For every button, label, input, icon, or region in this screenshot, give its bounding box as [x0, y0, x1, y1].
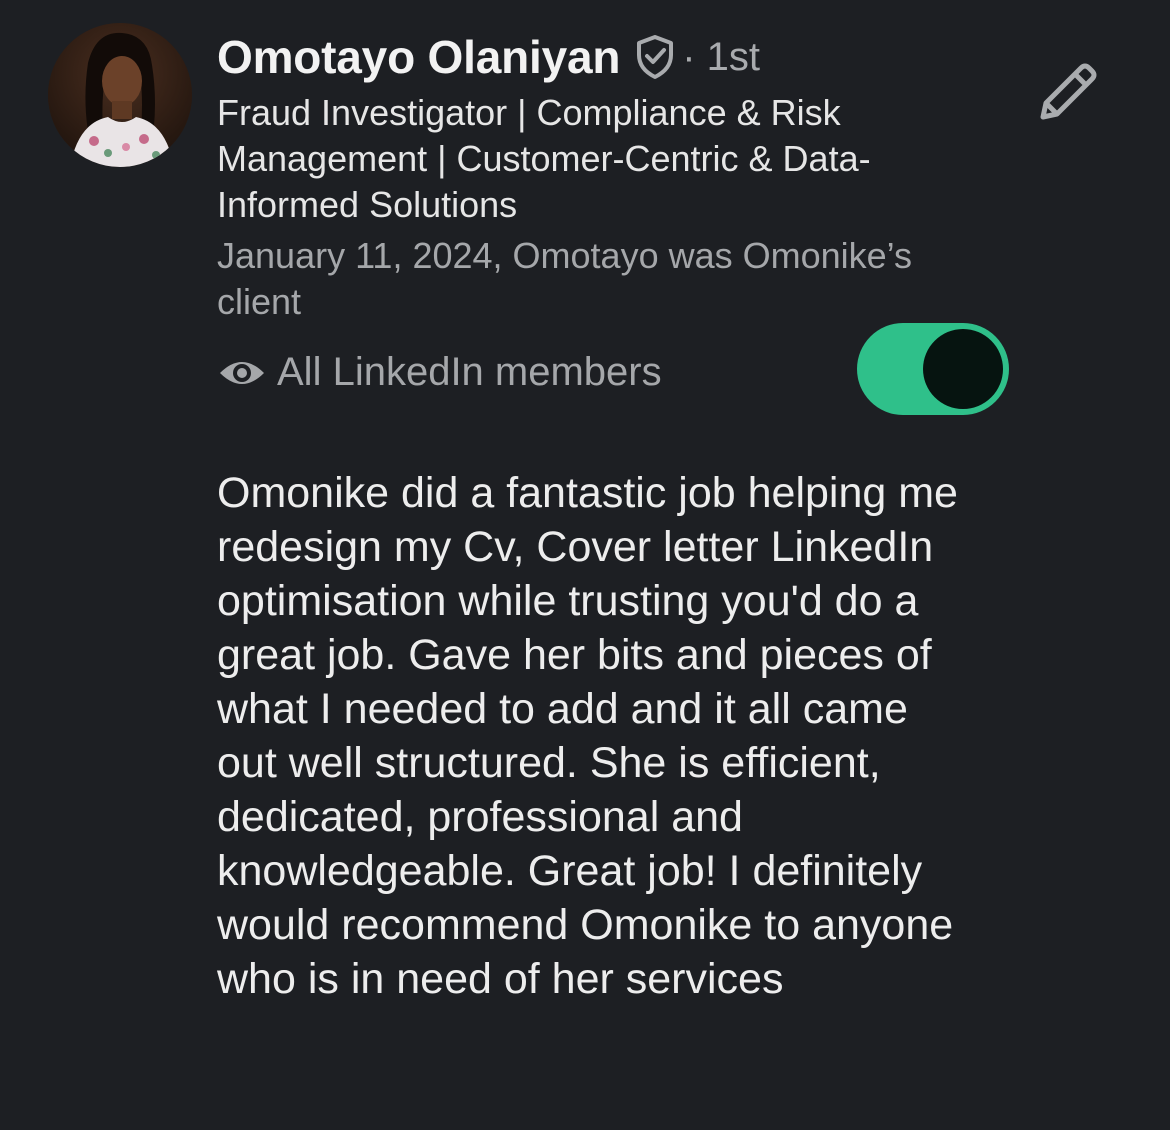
eye-icon — [217, 357, 267, 389]
visibility-toggle[interactable] — [857, 323, 1009, 415]
verified-shield-icon — [634, 34, 676, 80]
recommendation-card: Omotayo Olaniyan · 1st Fraud Investigato… — [0, 0, 1170, 1130]
edit-button[interactable] — [1032, 58, 1104, 130]
avatar[interactable] — [48, 23, 192, 167]
author-name[interactable]: Omotayo Olaniyan — [217, 30, 620, 84]
pencil-icon — [1035, 59, 1101, 130]
recommendation-text: Omonike did a fantastic job helping me r… — [217, 469, 958, 1003]
author-row: Omotayo Olaniyan · 1st — [217, 30, 760, 84]
relationship-date: January 11, 2024, Omotayo was Omonike’s … — [217, 235, 913, 322]
visibility-label: All LinkedIn members — [277, 350, 662, 394]
connection-degree: · 1st — [682, 34, 761, 79]
author-headline: Fraud Investigator | Compliance & Risk M… — [217, 92, 871, 225]
visibility-row: All LinkedIn members — [217, 350, 662, 395]
toggle-knob — [923, 329, 1003, 409]
avatar-photo — [48, 23, 192, 167]
